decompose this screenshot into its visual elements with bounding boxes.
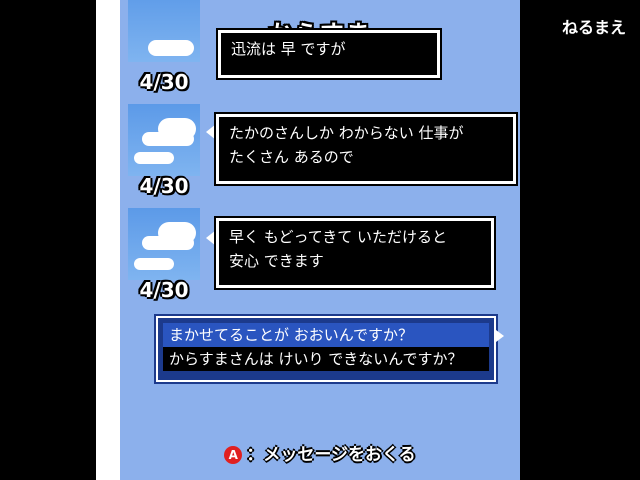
message-thumbnail <box>128 0 200 62</box>
time-of-day-label: ねるまえ <box>561 18 626 37</box>
message-date: 4/30 <box>139 278 189 302</box>
message-bubble: 早く もどってきて いただけると 安心 できます <box>214 216 496 290</box>
message-bubble: たかのさんしか わからない 仕事が たくさん あるので <box>214 112 518 186</box>
bubble-tail <box>206 124 216 140</box>
reply-choice[interactable]: まかせてることが おおいんですか？ <box>163 323 489 347</box>
message-thumbnail <box>128 208 200 280</box>
message-bubble: 迅流は 早 ですが <box>216 28 442 80</box>
choice-cursor-icon <box>496 330 504 342</box>
message-date: 4/30 <box>139 174 189 198</box>
message-thumbnail <box>128 104 200 176</box>
chat-panel: からすま 4/30 迅流は 早 ですが 4/30 たかのさんしか わからない 仕… <box>120 0 520 480</box>
send-message-label: ：メッセージをおくる <box>246 445 416 465</box>
a-button-icon: A <box>224 446 243 464</box>
message-date: 4/30 <box>139 70 189 94</box>
reply-choice[interactable]: からすまさんは けいり できないんですか？ <box>163 347 489 371</box>
left-border <box>96 0 120 480</box>
send-message-prompt[interactable]: A ：メッセージをおくる <box>120 440 520 465</box>
bubble-tail <box>206 230 216 246</box>
reply-choices: まかせてることが おおいんですか？ からすまさんは けいり できないんですか？ <box>154 314 498 384</box>
